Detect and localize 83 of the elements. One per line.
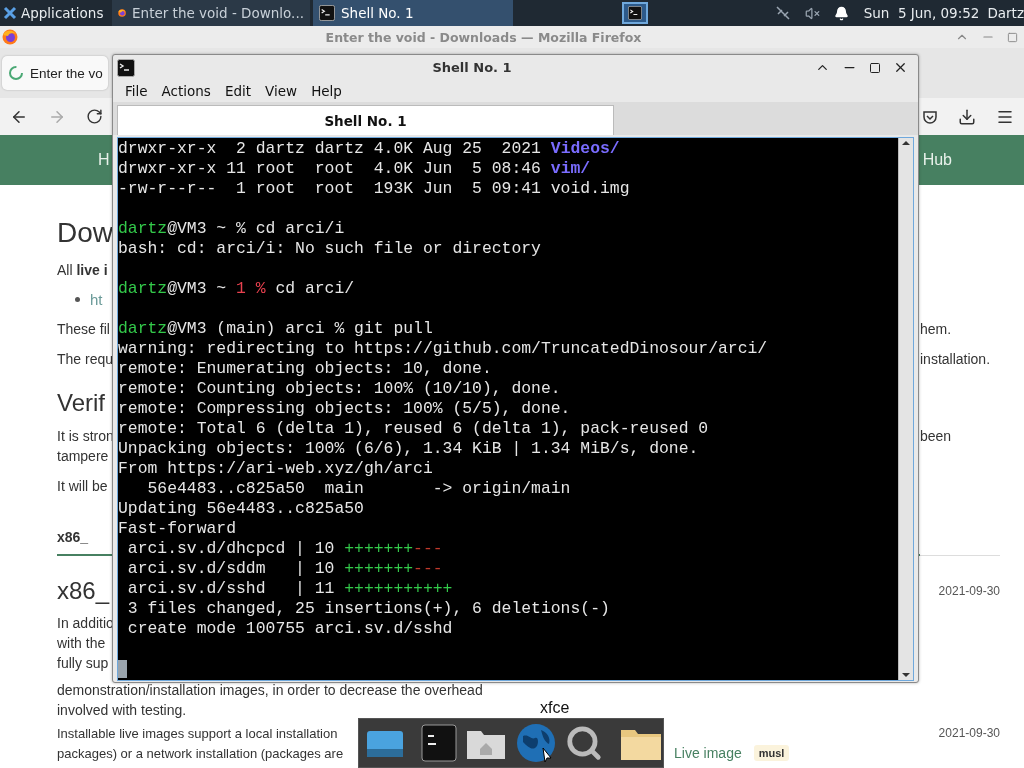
tag: musl bbox=[753, 745, 790, 761]
menu-item[interactable]: File bbox=[119, 83, 154, 99]
terminal-line: remote: Counting objects: 100% (10/10), done. bbox=[118, 379, 562, 399]
menu-item[interactable]: Help bbox=[305, 83, 348, 99]
terminal-line: create mode 100755 arci.sv.d/sshd bbox=[126, 619, 454, 639]
text-cursor bbox=[118, 659, 127, 678]
terminal-line: 56e4483..c825a50 main -> origin/main bbox=[146, 479, 572, 499]
terminal-line: Fast-forward bbox=[118, 519, 238, 539]
terminal-line: bash: cd: arci/i: No such file or directory bbox=[118, 239, 542, 259]
terminal-line: dartz@VM3 ~ % cd arci/i bbox=[118, 219, 346, 239]
tab[interactable]: x86_ bbox=[57, 529, 89, 545]
menu-item[interactable]: Edit bbox=[218, 83, 258, 99]
paragraph-text: The requ bbox=[57, 351, 114, 367]
bell-icon[interactable] bbox=[833, 5, 849, 21]
terminal-line: arci.sv.d/sshd | 11 +++++++++++ bbox=[126, 579, 454, 599]
paragraph-text: In additio bbox=[57, 615, 114, 631]
window-title: Shell No. 1 bbox=[431, 60, 513, 75]
terminal-line: arci.sv.d/sddm | 10 +++++++--- bbox=[126, 559, 444, 579]
paragraph-text: involved with testing. bbox=[57, 702, 187, 718]
clock[interactable]: Sun 5 Jun, 09:52 bbox=[863, 5, 980, 21]
paragraph-text: been bbox=[920, 428, 952, 444]
terminal-icon bbox=[319, 5, 335, 21]
xfce-logo-icon[interactable] bbox=[3, 6, 17, 20]
window-title: Enter the void - Downloads — Mozilla Firefox bbox=[324, 29, 643, 45]
terminal-line: Unpacking objects: 100% (6/6), 1.34 KiB | 1.34 MiB/s, done. bbox=[118, 439, 700, 459]
paragraph-text: These fil bbox=[57, 321, 110, 337]
download-icon[interactable] bbox=[958, 107, 976, 126]
paragraph-text: installation. bbox=[920, 351, 991, 367]
terminal-line: Updating 56e4483..c825a50 bbox=[118, 499, 365, 519]
close-icon[interactable] bbox=[893, 60, 908, 75]
user-name[interactable]: Dartz bbox=[987, 5, 1024, 21]
paragraph-text: It will be bbox=[57, 478, 108, 494]
reload-icon[interactable] bbox=[86, 108, 103, 125]
bullet-icon bbox=[75, 296, 80, 302]
menu-item[interactable]: View bbox=[259, 83, 304, 99]
menu-item[interactable]: Actions bbox=[155, 83, 217, 99]
taskbar-button[interactable]: Shell No. 1 bbox=[313, 0, 513, 26]
paragraph-text: packages) or a network installation (packages are bbox=[57, 745, 344, 761]
terminal-line: From https://ari-web.xyz/gh/arci bbox=[118, 459, 434, 479]
network-off-icon[interactable] bbox=[774, 5, 791, 21]
applications-menu[interactable]: Applications bbox=[21, 5, 104, 21]
terminal-line: drwxr-xr-x 11 root root 4.0K Jun 5 08:46 vim/ bbox=[118, 159, 592, 179]
search-icon[interactable] bbox=[565, 724, 603, 762]
maximize-icon[interactable] bbox=[869, 61, 881, 74]
browser-tab[interactable]: Enter the vo bbox=[2, 56, 108, 90]
heading: Verif bbox=[57, 389, 106, 417]
workspace-button[interactable] bbox=[621, 2, 648, 24]
nav-link[interactable]: Hub bbox=[922, 151, 952, 169]
terminal-line: remote: Enumerating objects: 10, done. bbox=[118, 359, 493, 379]
scroll-down-icon[interactable] bbox=[901, 670, 911, 680]
heading: x86_ bbox=[57, 577, 110, 605]
paragraph-text: fully sup bbox=[57, 655, 109, 671]
paragraph-text: All live i bbox=[57, 262, 108, 278]
date-text: 2021-09-30 bbox=[938, 584, 1000, 598]
terminal-line: warning: redirecting to https://github.com/TruncatedDinosour/arci/ bbox=[118, 339, 769, 359]
firefox-icon[interactable] bbox=[2, 29, 18, 45]
terminal-line: remote: Compressing objects: 100% (5/5), done. bbox=[118, 399, 572, 419]
paragraph-text: tampere bbox=[57, 448, 109, 464]
terminal-icon bbox=[117, 58, 135, 77]
terminal-line: arci.sv.d/dhcpcd | 10 +++++++--- bbox=[126, 539, 444, 559]
paragraph-text: with the bbox=[57, 635, 106, 651]
mute-icon[interactable] bbox=[804, 5, 820, 21]
date-text: 2021-09-30 bbox=[938, 726, 1000, 740]
terminal-line: 3 files changed, 25 insertions(+), 6 deletions(-) bbox=[126, 599, 611, 619]
paragraph-text: demonstration/installation images, in order to decrease the overhead bbox=[57, 682, 483, 698]
terminal-tab[interactable]: Shell No. 1 bbox=[117, 105, 614, 135]
terminal-line: dartz@VM3 ~ 1 % cd arci/ bbox=[118, 279, 356, 299]
terminal-line: -rw-r--r-- 1 root root 193K Jun 5 09:41 void.img bbox=[118, 179, 631, 199]
heading: Dow bbox=[57, 217, 113, 249]
terminal-line: drwxr-xr-x 2 dartz dartz 4.0K Aug 25 2021 Videos/ bbox=[118, 139, 621, 159]
taskbar-button[interactable]: Enter the void - Downlo... bbox=[112, 0, 310, 26]
terminal-line: remote: Total 6 (delta 1), reused 6 (delta 1), pack-reused 0 bbox=[118, 419, 710, 439]
loading-icon bbox=[8, 65, 24, 81]
pocket-icon[interactable] bbox=[922, 108, 938, 125]
link[interactable]: Live image bbox=[674, 745, 742, 761]
terminal-icon[interactable] bbox=[421, 724, 457, 762]
terminal-icon bbox=[627, 6, 642, 20]
nav-link[interactable]: H bbox=[98, 151, 110, 169]
terminal-line: dartz@VM3 (main) arci % git pull bbox=[118, 319, 434, 339]
dock-label: xfce bbox=[540, 699, 570, 717]
paragraph-text: hem. bbox=[920, 321, 952, 337]
paragraph-text: Installable live images support a local installation bbox=[57, 725, 338, 741]
scroll-up-icon[interactable] bbox=[901, 138, 911, 148]
